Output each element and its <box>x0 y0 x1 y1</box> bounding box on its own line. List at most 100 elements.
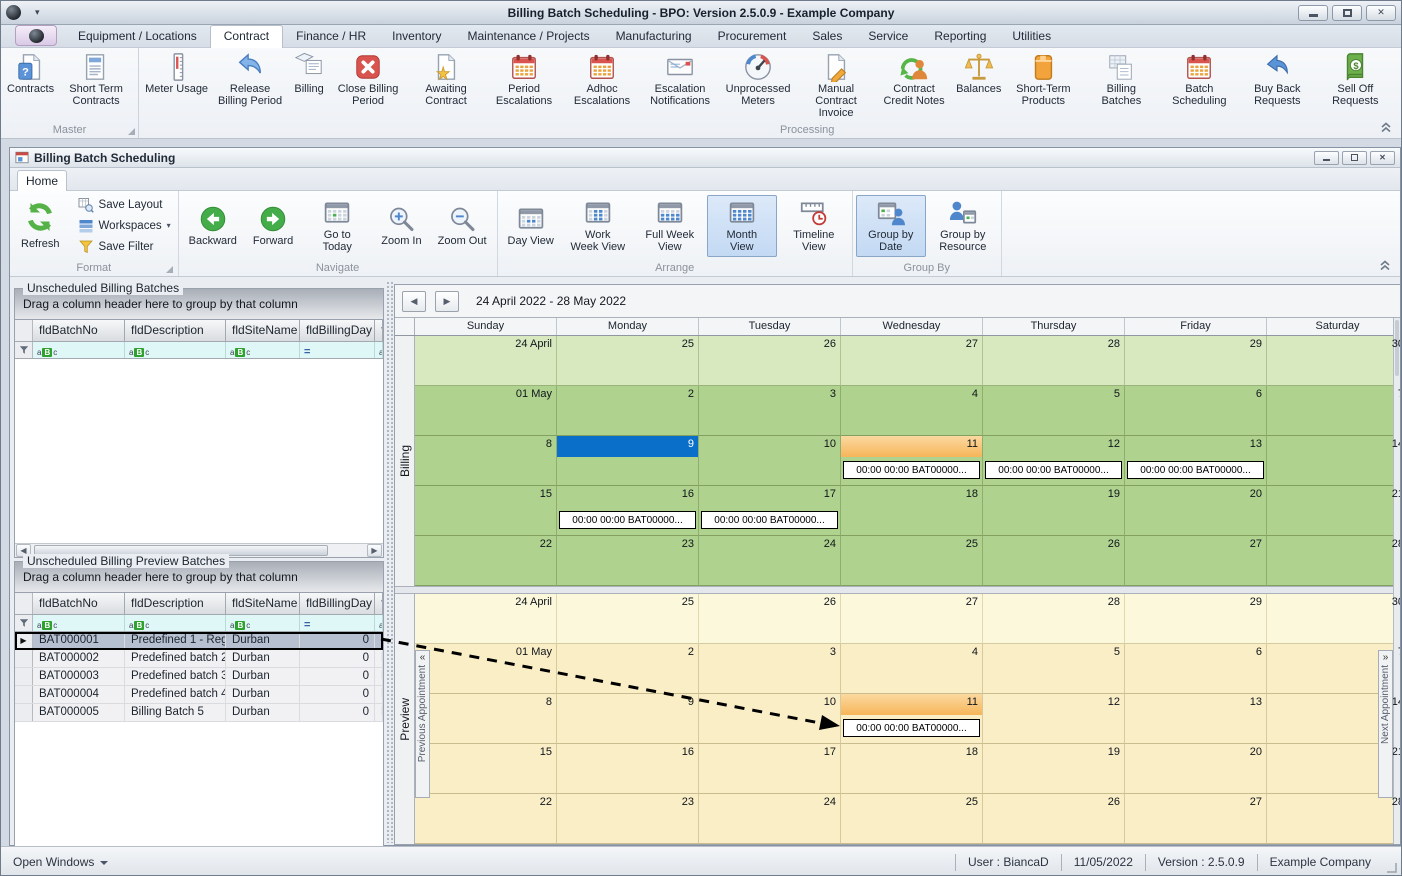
calendar-day-billing-10[interactable]: 10 <box>699 436 841 486</box>
resize-grip-icon[interactable] <box>1385 861 1398 874</box>
appointment[interactable]: 00:00 00:00 BAT00000... <box>843 719 980 737</box>
column-header-fldbatchno[interactable]: fldBatchNo <box>33 320 125 341</box>
calendar-day-billing-22[interactable]: 22 <box>415 536 557 586</box>
ribbon-button-awaiting-contract[interactable]: Awaiting Contract <box>407 50 485 121</box>
previous-appointment-tab[interactable]: « Previous Appointment <box>415 650 430 798</box>
maximize-button[interactable] <box>1332 5 1362 21</box>
minimize-button[interactable] <box>1298 5 1328 21</box>
calendar-day-preview-01-may[interactable]: 01 May <box>415 644 557 694</box>
filter-cell-fldsitename[interactable]: aBc <box>226 342 300 358</box>
column-header-flddescription[interactable]: fldDescription <box>125 320 226 341</box>
filter-cell-fldbillingday[interactable]: = <box>300 615 375 631</box>
toolbar-button-timeline-view[interactable]: Timeline View <box>779 195 849 257</box>
calendar-day-preview-20[interactable]: 20 <box>1125 744 1267 794</box>
appointment[interactable]: 00:00 00:00 BAT00000... <box>701 511 838 529</box>
calendar-day-billing-20[interactable]: 20 <box>1125 486 1267 536</box>
toolbar-button-zoom-in[interactable]: Zoom In <box>374 201 428 251</box>
appointment[interactable]: 00:00 00:00 BAT00000... <box>1127 461 1264 479</box>
calendar-day-billing-27[interactable]: 27 <box>1125 536 1267 586</box>
grid-body[interactable] <box>15 359 383 543</box>
calendar-day-preview-27[interactable]: 27 <box>841 594 983 644</box>
calendar-day-billing-19[interactable]: 19 <box>983 486 1125 536</box>
ribbon-button-close-billing-period[interactable]: Close Billing Period <box>329 50 407 121</box>
calendar-day-preview-3[interactable]: 3 <box>699 644 841 694</box>
calendar-day-billing-5[interactable]: 5 <box>983 386 1125 436</box>
filter-cell-fldsitename[interactable]: aBc <box>226 615 300 631</box>
calendar-day-preview-28[interactable]: 28 <box>1267 794 1400 844</box>
tab-home[interactable]: Home <box>17 170 67 191</box>
ribbon-button-escalation-notifications[interactable]: Escalation Notifications <box>641 50 719 121</box>
menu-tab-inventory[interactable]: Inventory <box>379 25 454 47</box>
app-logo-icon[interactable] <box>6 5 21 20</box>
calendar-day-billing-9[interactable]: 9 <box>557 436 699 486</box>
calendar-day-preview-5[interactable]: 5 <box>983 644 1125 694</box>
next-appointment-tab[interactable]: » Next Appointment <box>1378 650 1393 798</box>
calendar-day-preview-15[interactable]: 15 <box>415 744 557 794</box>
previous-range-button[interactable]: ◀ <box>402 291 426 312</box>
collapse-toolbar-icon[interactable] <box>1378 259 1392 271</box>
ribbon-button-balances[interactable]: Balances <box>953 50 1004 121</box>
menu-tab-sales[interactable]: Sales <box>799 25 855 47</box>
calendar-day-preview-27[interactable]: 27 <box>1125 794 1267 844</box>
quick-access-caret-icon[interactable]: ▾ <box>35 7 40 18</box>
application-menu-button[interactable] <box>15 25 57 46</box>
close-button[interactable]: ✕ <box>1366 5 1396 21</box>
calendar-day-preview-18[interactable]: 18 <box>841 744 983 794</box>
filter-row-icon[interactable] <box>15 342 33 358</box>
calendar-day-preview-13[interactable]: 13 <box>1125 694 1267 744</box>
calendar-day-billing-29[interactable]: 29 <box>1125 336 1267 386</box>
calendar-day-billing-24[interactable]: 24 <box>699 536 841 586</box>
calendar-day-preview-6[interactable]: 6 <box>1125 644 1267 694</box>
calendar-day-preview-17[interactable]: 17 <box>699 744 841 794</box>
toolbar-button-workspaces[interactable]: Workspaces▾ <box>74 217 175 235</box>
calendar-day-billing-25[interactable]: 25 <box>841 536 983 586</box>
calendar-day-preview-26[interactable]: 26 <box>983 794 1125 844</box>
toolbar-button-day-view[interactable]: Day View <box>501 201 561 251</box>
ribbon-button-short-term-products[interactable]: Short-Term Products <box>1004 50 1082 121</box>
calendar-day-billing-4[interactable]: 4 <box>841 386 983 436</box>
toolbar-button-go-to-today[interactable]: Go to Today <box>302 195 372 257</box>
calendar-day-preview-4[interactable]: 4 <box>841 644 983 694</box>
menu-tab-contract[interactable]: Contract <box>210 25 283 48</box>
menu-tab-service[interactable]: Service <box>855 25 921 47</box>
day-header-friday[interactable]: Friday <box>1125 318 1267 335</box>
dialog-launcher-icon[interactable] <box>166 266 173 273</box>
calendar-day-preview-25[interactable]: 25 <box>557 594 699 644</box>
calendar-day-billing-26[interactable]: 26 <box>983 536 1125 586</box>
toolbar-button-group-by-resource[interactable]: Group by Resource <box>928 195 998 257</box>
appointment[interactable]: 00:00 00:00 BAT00000... <box>559 511 696 529</box>
day-header-monday[interactable]: Monday <box>557 318 699 335</box>
ribbon-button-contracts[interactable]: ?Contracts <box>4 50 57 121</box>
table-row[interactable]: BAT000003Predefined batch 3Durban0PR <box>15 668 383 686</box>
filter-cell-fldbatchno[interactable]: aBc <box>33 615 125 631</box>
ribbon-button-billing-batches[interactable]: Billing Batches <box>1082 50 1160 121</box>
column-header-flddescription[interactable]: fldDescription <box>125 593 226 614</box>
calendar-day-billing-3[interactable]: 3 <box>699 386 841 436</box>
menu-tab-procurement[interactable]: Procurement <box>705 25 800 47</box>
calendar-day-preview-11[interactable]: 1100:00 00:00 BAT00000... <box>841 694 983 744</box>
calendar-day-billing-30[interactable]: 30 <box>1267 336 1400 386</box>
column-header-fld[interactable]: fld <box>375 320 383 341</box>
day-header-wednesday[interactable]: Wednesday <box>841 318 983 335</box>
calendar-day-billing-23[interactable]: 23 <box>557 536 699 586</box>
child-maximize-button[interactable] <box>1342 151 1367 165</box>
toolbar-button-forward[interactable]: Forward <box>246 201 300 251</box>
calendar-day-billing-28[interactable]: 28 <box>1267 536 1400 586</box>
menu-tab-utilities[interactable]: Utilities <box>999 25 1064 47</box>
menu-tab-finance-hr[interactable]: Finance / HR <box>283 25 379 47</box>
toolbar-button-month-view[interactable]: Month View <box>707 195 777 257</box>
calendar-day-billing-15[interactable]: 15 <box>415 486 557 536</box>
toolbar-button-zoom-out[interactable]: Zoom Out <box>431 201 494 251</box>
menu-tab-maintenance-projects[interactable]: Maintenance / Projects <box>455 25 603 47</box>
dialog-launcher-icon[interactable] <box>128 128 135 135</box>
ribbon-button-adhoc-escalations[interactable]: Adhoc Escalations <box>563 50 641 121</box>
calendar-day-preview-16[interactable]: 16 <box>557 744 699 794</box>
filter-row-icon[interactable] <box>15 615 33 631</box>
column-header-fldbillingday[interactable]: fldBillingDay <box>300 593 375 614</box>
child-close-button[interactable]: ✕ <box>1370 151 1395 165</box>
calendar-day-preview-24[interactable]: 24 <box>699 794 841 844</box>
ribbon-button-manual-contract-invoice[interactable]: Manual Contract Invoice <box>797 50 875 121</box>
table-row[interactable]: BAT000005Billing Batch 5Durban0PR <box>15 704 383 722</box>
menu-tab-equipment-locations[interactable]: Equipment / Locations <box>65 25 210 47</box>
filter-cell-fld[interactable]: aBc <box>375 342 383 358</box>
